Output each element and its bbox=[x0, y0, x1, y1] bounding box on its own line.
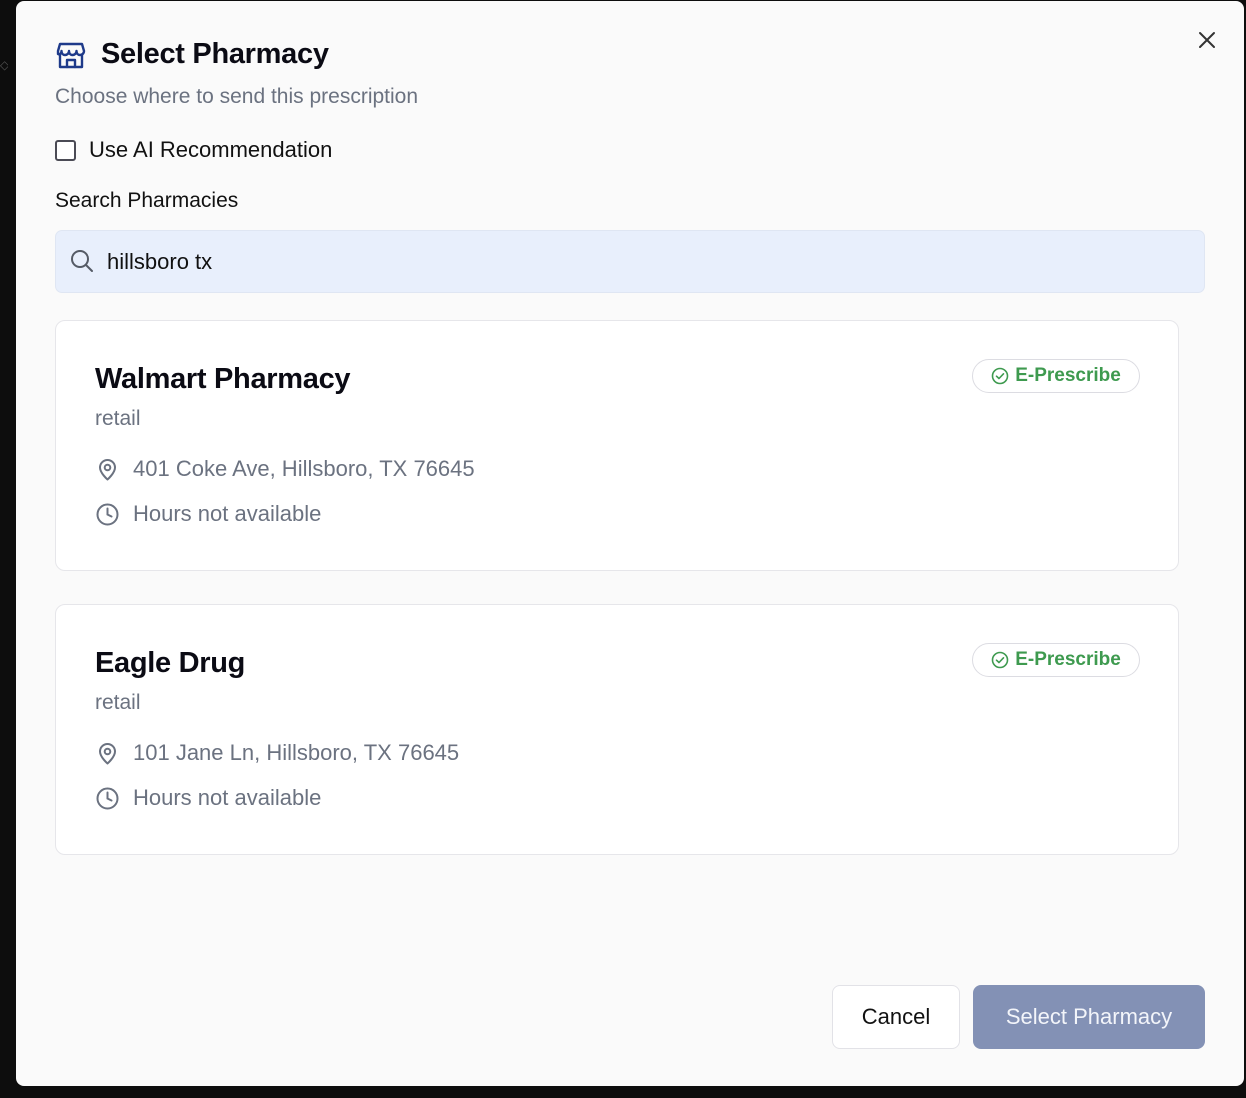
check-circle-icon bbox=[991, 367, 1009, 385]
dialog-title: Select Pharmacy bbox=[101, 38, 329, 70]
map-pin-icon bbox=[95, 457, 120, 482]
pharmacy-card[interactable]: Walmart Pharmacy retail E-Prescribe 401 … bbox=[55, 320, 1179, 571]
ai-recommendation-checkbox[interactable] bbox=[55, 139, 76, 161]
pharmacy-name: Walmart Pharmacy bbox=[95, 363, 351, 395]
ai-recommendation-label: Use AI Recommendation bbox=[89, 137, 333, 162]
check-circle-icon bbox=[991, 651, 1009, 669]
clock-icon bbox=[95, 786, 120, 811]
pharmacy-card[interactable]: Eagle Drug retail E-Prescribe 101 Jane L… bbox=[55, 604, 1179, 855]
dialog-subtitle: Choose where to send this prescription bbox=[55, 85, 419, 108]
close-button[interactable] bbox=[1194, 27, 1220, 53]
map-pin-icon bbox=[95, 741, 120, 766]
close-icon bbox=[1199, 32, 1215, 48]
pharmacy-hours: Hours not available bbox=[95, 501, 321, 527]
badge-label: E-Prescribe bbox=[1015, 365, 1121, 386]
hours-text: Hours not available bbox=[133, 785, 322, 810]
search-input[interactable] bbox=[107, 231, 1187, 292]
address-text: 401 Coke Ave, Hillsboro, TX 76645 bbox=[133, 456, 475, 481]
pharmacy-address: 101 Jane Ln, Hillsboro, TX 76645 bbox=[95, 740, 459, 766]
search-label: Search Pharmacies bbox=[55, 189, 239, 212]
clock-icon bbox=[95, 502, 120, 527]
select-pharmacy-button[interactable]: Select Pharmacy bbox=[973, 985, 1205, 1049]
address-text: 101 Jane Ln, Hillsboro, TX 76645 bbox=[133, 740, 460, 765]
e-prescribe-badge: E-Prescribe bbox=[972, 359, 1140, 393]
cancel-button[interactable]: Cancel bbox=[832, 985, 960, 1049]
search-icon bbox=[71, 250, 93, 272]
store-icon bbox=[55, 39, 87, 71]
dialog-header: Select Pharmacy bbox=[55, 38, 329, 71]
pharmacy-address: 401 Coke Ave, Hillsboro, TX 76645 bbox=[95, 456, 475, 482]
badge-label: E-Prescribe bbox=[1015, 649, 1121, 670]
pharmacy-name: Eagle Drug bbox=[95, 647, 246, 679]
background-edge-glyph: ◇ bbox=[0, 58, 8, 72]
search-box bbox=[55, 230, 1205, 293]
hours-text: Hours not available bbox=[133, 501, 322, 526]
select-pharmacy-dialog: Select Pharmacy Choose where to send thi… bbox=[16, 1, 1244, 1086]
pharmacy-hours: Hours not available bbox=[95, 785, 321, 811]
pharmacy-type: retail bbox=[95, 691, 141, 714]
e-prescribe-badge: E-Prescribe bbox=[972, 643, 1140, 677]
pharmacy-type: retail bbox=[95, 407, 141, 430]
ai-recommendation-toggle[interactable]: Use AI Recommendation bbox=[55, 137, 332, 163]
